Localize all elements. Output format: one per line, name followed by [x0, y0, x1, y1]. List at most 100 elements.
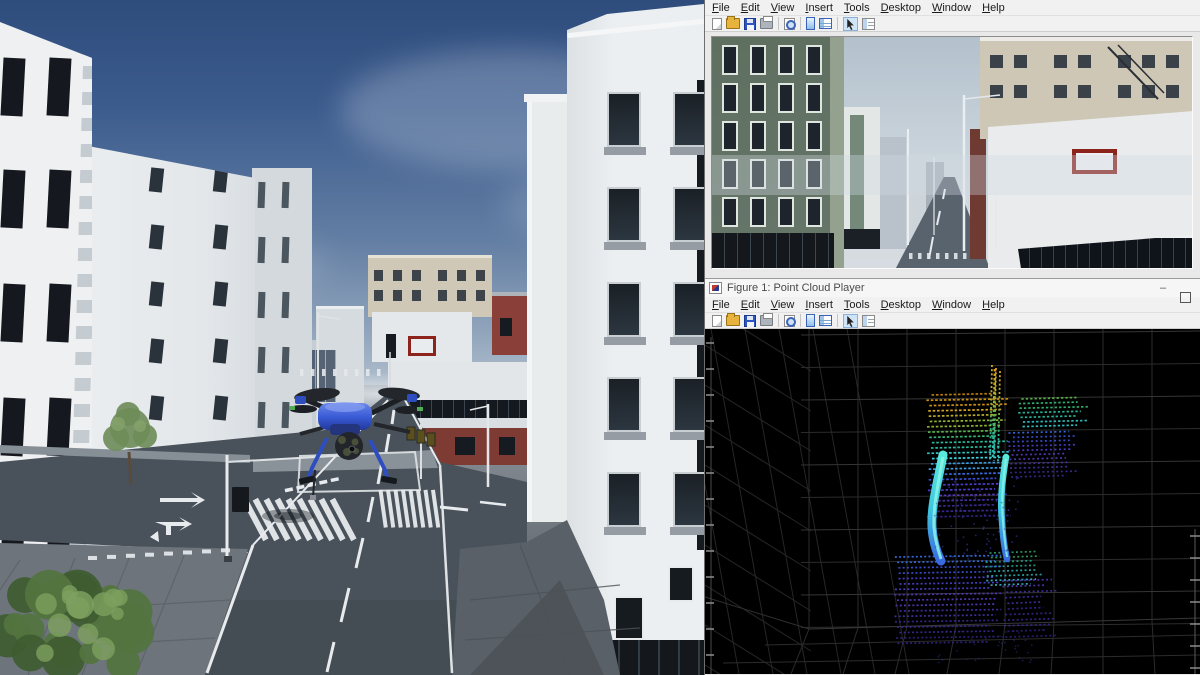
- lidar-scan-line: [1005, 634, 1057, 638]
- menu-edit[interactable]: Edit: [741, 298, 760, 312]
- save-icon[interactable]: [744, 314, 756, 327]
- export-icon[interactable]: [784, 314, 796, 327]
- save-icon[interactable]: [744, 17, 756, 30]
- lidar-scan-line: [895, 603, 995, 607]
- simulation-viewport[interactable]: [0, 0, 704, 675]
- maintain-fit-icon[interactable]: [862, 314, 875, 327]
- lidar-scan-line: [1002, 506, 1005, 509]
- lidar-scan-line: [981, 640, 984, 643]
- lidar-scan-line: [1003, 641, 1006, 644]
- lidar-scan-line: [1005, 612, 1052, 616]
- lidar-scan-line: [929, 435, 996, 439]
- lidar-scan-line: [971, 641, 973, 643]
- lidar-scan-line: [989, 364, 993, 462]
- camera-menubar: File Edit View Insert Tools Desktop Wind…: [705, 0, 1200, 15]
- lidar-scan-line: [1029, 661, 1032, 664]
- lidar-scan-line: [896, 597, 997, 602]
- lidar-scan-line: [947, 495, 949, 498]
- lidar-scan-line: [800, 460, 1200, 466]
- video-viewer-icon[interactable]: [806, 17, 815, 30]
- video-viewer-icon[interactable]: [806, 314, 815, 327]
- print-icon[interactable]: [760, 16, 773, 29]
- menu-file[interactable]: File: [712, 298, 730, 312]
- screenshot-root: File Edit View Insert Tools Desktop Wind…: [0, 0, 1200, 675]
- lidar-scan-line: [938, 654, 941, 656]
- menu-tools[interactable]: Tools: [844, 298, 870, 312]
- lidar-scan-line: [1027, 651, 1030, 654]
- pointcloud-titlebar[interactable]: Figure 1: Point Cloud Player –: [705, 278, 1200, 303]
- lidar-scan-line: [1042, 629, 1044, 632]
- lidar-scan-line: [987, 533, 989, 536]
- lidar-scan-line: [1003, 528, 1006, 530]
- menu-desktop[interactable]: Desktop: [881, 1, 921, 15]
- lidar-scan-line: [986, 573, 1043, 577]
- lidar-scan-line: [946, 625, 957, 674]
- lidar-scan-line: [995, 538, 997, 541]
- lidar-scan-line: [800, 428, 1200, 433]
- lidar-scan-line: [1014, 508, 1017, 511]
- lidar-scan-line: [1008, 430, 1070, 434]
- new-file-icon[interactable]: [712, 17, 722, 30]
- menu-desktop[interactable]: Desktop: [881, 298, 921, 312]
- lidar-scan-line: [961, 496, 964, 499]
- lidar-scan-line: [1018, 656, 1021, 659]
- export-icon[interactable]: [784, 17, 796, 30]
- lidar-scan-line: [1011, 541, 1014, 543]
- lidar-scan-line: [974, 553, 976, 556]
- minimize-button[interactable]: –: [1152, 280, 1174, 297]
- menu-help[interactable]: Help: [982, 1, 1005, 15]
- lidar-scan-line: [960, 502, 963, 505]
- lidar-scan-line: [945, 629, 948, 632]
- lidar-scan-line: [997, 370, 1001, 462]
- pointer-tool-icon[interactable]: [843, 16, 858, 31]
- menu-edit[interactable]: Edit: [741, 1, 760, 15]
- open-file-icon[interactable]: [726, 16, 740, 29]
- menu-window[interactable]: Window: [932, 1, 971, 15]
- print-icon[interactable]: [760, 313, 773, 326]
- lidar-scan-line: [1018, 401, 1078, 405]
- street-and-drone-overlay: [0, 312, 641, 675]
- pointcloud-canvas[interactable]: [705, 329, 1200, 674]
- pointer-tool-icon[interactable]: [843, 313, 858, 328]
- menu-window[interactable]: Window: [932, 298, 971, 312]
- lidar-scan-line: [970, 638, 973, 640]
- maintain-fit-icon[interactable]: [862, 17, 875, 30]
- lidar-scan-line: [705, 596, 810, 630]
- lidar-scan-line: [988, 540, 990, 543]
- menu-view[interactable]: View: [771, 298, 795, 312]
- lidar-scan-line: [1013, 485, 1015, 488]
- lidar-scan-line: [1017, 632, 1020, 634]
- lidar-scan-line: [1010, 470, 1078, 474]
- lidar-scan-line: [928, 408, 1004, 412]
- lidar-scan-line: [955, 509, 958, 512]
- lidar-scan-line: [1004, 631, 1007, 633]
- lidar-scan-line: [1007, 606, 1044, 610]
- lidar-scan-line: [974, 534, 977, 537]
- menu-insert[interactable]: Insert: [805, 298, 833, 312]
- menu-tools[interactable]: Tools: [844, 1, 870, 15]
- menu-view[interactable]: View: [771, 1, 795, 15]
- lidar-scan-line: [953, 480, 956, 483]
- lidar-scan-line: [967, 558, 970, 560]
- pixel-region-icon[interactable]: [819, 18, 832, 29]
- lidar-scan-line: [982, 528, 985, 530]
- lidar-scan-line: [974, 479, 976, 482]
- lidar-scan-line: [948, 486, 951, 489]
- lidar-scan-line: [1016, 500, 1019, 503]
- new-file-icon[interactable]: [712, 314, 722, 327]
- menu-file[interactable]: File: [712, 1, 730, 15]
- menu-help[interactable]: Help: [982, 298, 1005, 312]
- lidar-scan-line: [1004, 648, 1007, 651]
- lidar-scan-line: [950, 525, 953, 528]
- lidar-scan-line: [764, 634, 1200, 646]
- lidar-scan-line: [931, 392, 997, 396]
- pixel-region-icon[interactable]: [819, 315, 832, 326]
- menu-insert[interactable]: Insert: [805, 1, 833, 15]
- open-file-icon[interactable]: [726, 313, 740, 326]
- lidar-scan-line: [989, 547, 992, 550]
- lidar-scan-line: [1015, 535, 1018, 538]
- lidar-scan-line: [985, 543, 988, 546]
- lidar-scan-line: [1050, 622, 1055, 674]
- lidar-scan-line: [990, 582, 1031, 587]
- lidar-scan-line: [941, 480, 944, 483]
